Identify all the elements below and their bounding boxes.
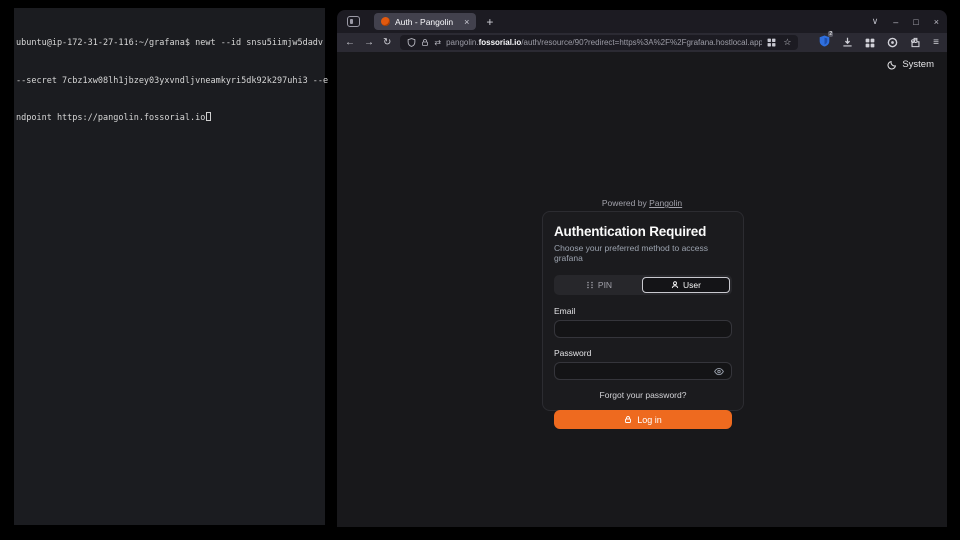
card-subtitle: Choose your preferred method to access g…	[554, 243, 732, 263]
tab-bar: Auth - Pangolin × + ∨ – □ ×	[337, 10, 947, 33]
tab-auth-pangolin[interactable]: Auth - Pangolin ×	[374, 13, 476, 30]
terminal-line: ndpoint https://pangolin.fossorial.io	[16, 112, 323, 125]
login-button[interactable]: Log in	[554, 410, 732, 429]
browser-window: Auth - Pangolin × + ∨ – □ × ← → ↻ ⇄ pang…	[337, 10, 947, 527]
pangolin-link[interactable]: Pangolin	[649, 198, 682, 208]
auth-method-switcher: PIN User	[554, 275, 732, 295]
forgot-password-link[interactable]: Forgot your password?	[554, 390, 732, 400]
tab-close-icon[interactable]: ×	[464, 17, 469, 27]
terminal-cursor	[206, 112, 211, 121]
tab-pin-label: PIN	[598, 280, 612, 290]
bookmark-star-icon[interactable]: ☆	[783, 37, 791, 48]
toolbar-extensions: 2 ≡	[819, 34, 939, 52]
privacy-ring-icon[interactable]	[887, 37, 898, 48]
tab-user[interactable]: User	[642, 277, 730, 293]
terminal-line: --secret 7cbz1xw08lh1jbzey03yxvndljvneam…	[16, 75, 323, 88]
new-tab-button[interactable]: +	[486, 15, 493, 29]
password-field[interactable]	[554, 362, 732, 380]
maximize-button[interactable]: □	[913, 17, 918, 27]
ublock-shield-icon[interactable]: 2	[819, 34, 830, 52]
navigation-bar: ← → ↻ ⇄ pangolin.fossorial.io/auth/resou…	[337, 33, 947, 52]
firefox-view-icon[interactable]	[347, 16, 360, 27]
theme-toggle-button[interactable]: System	[887, 59, 934, 70]
lock-icon[interactable]	[421, 38, 429, 47]
login-lock-icon	[624, 415, 632, 424]
puzzle-extensions-icon[interactable]	[910, 37, 921, 48]
tracking-protection-shield-icon[interactable]	[407, 38, 416, 47]
reload-button[interactable]: ↻	[383, 38, 391, 48]
menu-hamburger-icon[interactable]: ≡	[933, 37, 939, 48]
container-grid-icon[interactable]	[767, 38, 776, 47]
url-text: pangolin.fossorial.io/auth/resource/90?r…	[446, 38, 762, 47]
downloads-icon[interactable]	[842, 37, 853, 48]
back-button[interactable]: ←	[345, 38, 355, 48]
powered-by-text: Powered by	[602, 198, 647, 208]
auth-card: Authentication Required Choose your pref…	[542, 211, 744, 411]
email-label: Email	[554, 306, 732, 316]
forward-button[interactable]: →	[364, 38, 374, 48]
show-password-eye-icon[interactable]	[714, 367, 724, 376]
url-bar[interactable]: ⇄ pangolin.fossorial.io/auth/resource/90…	[400, 35, 798, 50]
theme-toggle-label: System	[902, 59, 934, 70]
close-window-button[interactable]: ×	[934, 17, 939, 27]
moon-icon	[887, 60, 897, 70]
login-button-label: Log in	[637, 415, 662, 425]
pangolin-favicon-icon	[381, 17, 390, 26]
page-content: System Powered by Pangolin Authenticatio…	[337, 52, 947, 527]
terminal-line: ubuntu@ip-172-31-27-116:~/grafana$ newt …	[16, 37, 323, 50]
email-field[interactable]	[554, 320, 732, 338]
tab-user-label: User	[683, 280, 701, 290]
card-title: Authentication Required	[554, 224, 732, 239]
tab-pin[interactable]: PIN	[556, 277, 642, 293]
password-label: Password	[554, 348, 732, 358]
list-tabs-chevron-icon[interactable]: ∨	[872, 16, 879, 27]
permissions-arrows-icon[interactable]: ⇄	[434, 38, 441, 47]
keypad-icon	[586, 281, 594, 289]
tab-title: Auth - Pangolin	[395, 17, 453, 27]
powered-by: Powered by Pangolin	[337, 198, 947, 208]
user-icon	[671, 281, 679, 289]
terminal-panel[interactable]: ubuntu@ip-172-31-27-116:~/grafana$ newt …	[14, 8, 325, 525]
extension-grid-icon[interactable]	[865, 38, 875, 48]
minimize-button[interactable]: –	[893, 17, 898, 27]
